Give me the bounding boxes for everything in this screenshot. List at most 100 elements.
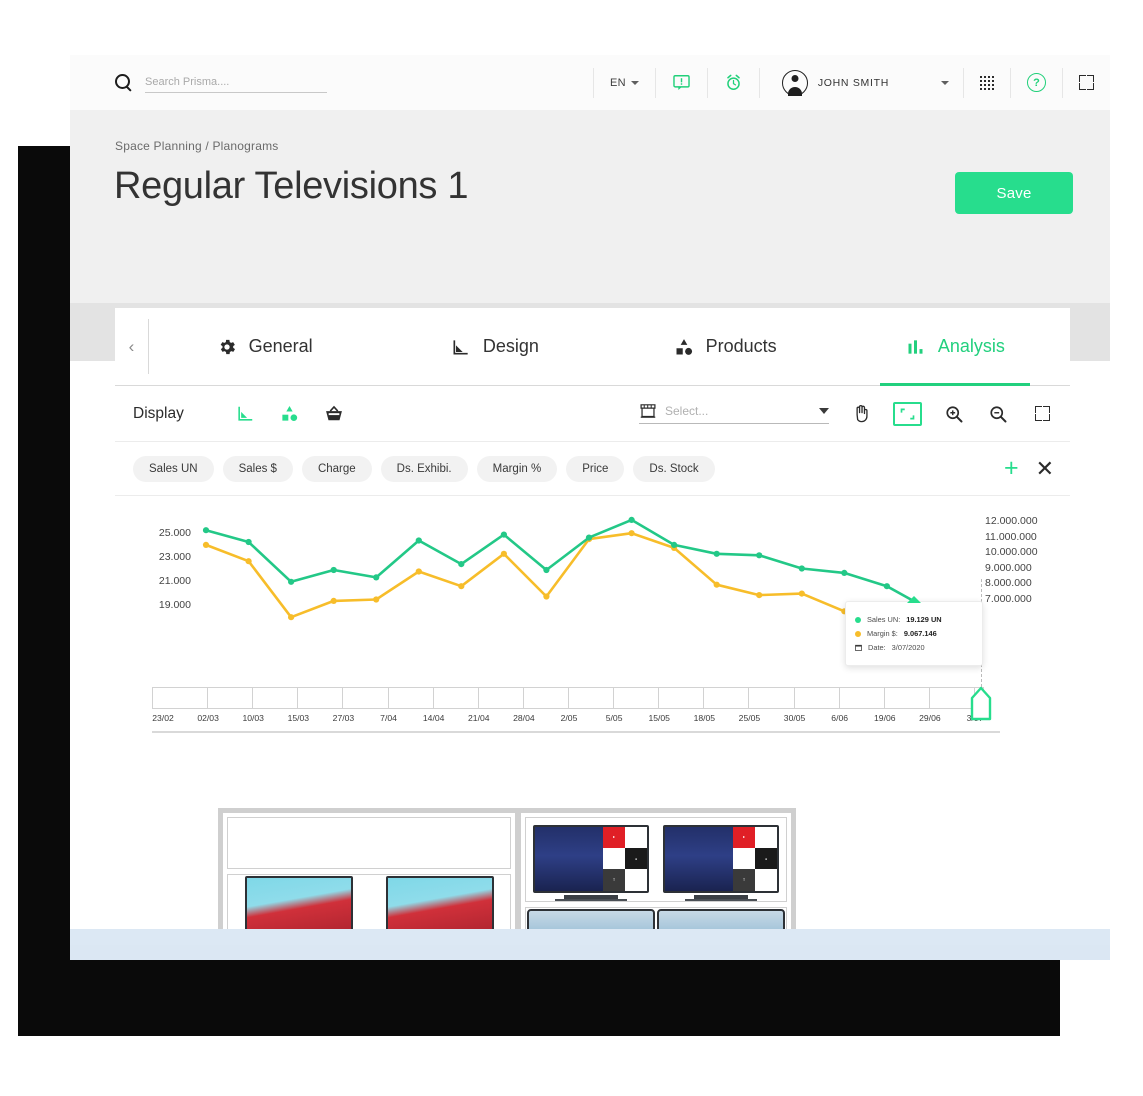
sales-un-point[interactable] (841, 569, 848, 576)
x-axis-labels: 23/02 02/03 10/03 15/03 27/03 7/04 14/04 21/04 2… (152, 713, 1000, 727)
help-button[interactable]: ? (1010, 67, 1062, 98)
chip-sales-un[interactable]: Sales UN (133, 455, 214, 482)
tooltip-margin-label: Margin $: (867, 629, 898, 638)
display-label: Display (133, 404, 184, 422)
basket-icon[interactable] (324, 404, 344, 424)
save-button[interactable]: Save (955, 172, 1073, 214)
messages-button[interactable] (654, 67, 707, 98)
tab-products[interactable]: Products (610, 308, 840, 385)
margin-point[interactable] (245, 558, 252, 565)
planogram-bay-left: Line TV Line TV (223, 813, 515, 945)
zoom-out-button[interactable] (986, 402, 1010, 426)
plus-icon[interactable]: + (1004, 456, 1019, 481)
tv-smart-hub[interactable]: ► NETFLIX ● ● T ●●● (533, 824, 649, 902)
chip-ds-stock[interactable]: Ds. Stock (633, 455, 715, 482)
tab-analysis-label: Analysis (937, 336, 1005, 356)
margin-point[interactable] (202, 541, 210, 548)
x-axis-tick-label: 29/06 (919, 713, 941, 723)
sales-un-point[interactable] (585, 534, 593, 541)
chip-margin-pct[interactable]: Margin % (476, 455, 558, 482)
shelf-tv-smart[interactable]: ► NETFLIX ● ● T ●●● ► NETFLIX ● ● T ●●● (525, 817, 787, 903)
tabs-back-button[interactable]: ‹ (115, 308, 148, 385)
breadcrumb: Space Planning / Planograms (115, 139, 279, 153)
sales-un-point[interactable] (883, 583, 891, 590)
planogram-preview[interactable]: Line TV Line TV ►NETFLIX (218, 808, 796, 945)
search-input[interactable] (145, 72, 327, 93)
sales-un-point[interactable] (330, 566, 337, 574)
x-axis-tick-label: 18/05 (693, 713, 716, 723)
y-axis-left: 25.000 23.000 21.000 19.000 (135, 521, 191, 617)
sales-un-point[interactable] (202, 527, 210, 534)
zoom-in-button[interactable] (942, 402, 966, 426)
margin-point[interactable] (628, 530, 635, 537)
user-menu[interactable]: JOHN SMITH (758, 67, 963, 98)
alerts-button[interactable] (706, 67, 759, 98)
sales-un-point[interactable] (373, 574, 380, 581)
chip-charge[interactable]: Charge (301, 455, 372, 482)
yellow-dot-icon (855, 630, 861, 637)
y-left-tick: 23.000 (158, 551, 191, 563)
sales-un-point[interactable] (415, 537, 422, 544)
tab-general[interactable]: General (149, 308, 379, 385)
y-right-tick: 11.000.000 (985, 530, 1037, 543)
x-axis-tick-label: 19/06 (874, 713, 896, 723)
tab-design[interactable]: Design (379, 308, 609, 385)
sales-un-point[interactable] (458, 561, 465, 568)
sales-un-point[interactable] (713, 550, 720, 557)
tooltip-sales-value: 19.129 UN (906, 615, 942, 624)
margin-point[interactable] (756, 592, 763, 599)
sales-un-point[interactable] (500, 531, 507, 538)
user-name-label: JOHN SMITH (817, 76, 889, 89)
shapes-icon[interactable] (280, 404, 299, 423)
chip-sales-dollar[interactable]: Sales $ (222, 455, 293, 482)
margin-point[interactable] (330, 597, 337, 604)
sales-un-point[interactable] (245, 538, 252, 546)
fullscreen-icon (1034, 406, 1050, 421)
tv-smart-hub[interactable]: ► NETFLIX ● ● T ●●● (663, 824, 779, 902)
y-left-tick: 25.000 (158, 527, 191, 539)
apps-button[interactable] (963, 67, 1010, 98)
tab-analysis[interactable]: Analysis (840, 308, 1070, 385)
sales-un-point[interactable] (756, 552, 763, 559)
margin-point[interactable] (500, 550, 507, 557)
header-actions: EN JOHN SMITH ? (592, 55, 1110, 110)
close-icon[interactable]: ✕ (1036, 457, 1054, 480)
language-selector[interactable]: EN (592, 67, 655, 98)
fullscreen-button[interactable] (1062, 67, 1110, 98)
chart-range-handle[interactable] (969, 685, 993, 721)
sales-un-point[interactable] (798, 565, 805, 572)
margin-point[interactable] (415, 568, 422, 575)
shelf-empty[interactable] (227, 817, 511, 869)
hand-tool-button[interactable] (849, 402, 873, 426)
fullscreen-icon (1079, 75, 1094, 90)
fit-to-screen-button[interactable] (893, 401, 922, 426)
chip-ds-exhibi[interactable]: Ds. Exhibi. (380, 455, 468, 482)
chip-price[interactable]: Price (566, 455, 625, 482)
sales-un-point[interactable] (628, 516, 635, 523)
ruler-icon[interactable] (236, 404, 255, 423)
chart-fullscreen-button[interactable] (1030, 402, 1054, 426)
sales-un-point[interactable] (288, 578, 295, 585)
margin-point[interactable] (458, 583, 465, 590)
search-box[interactable] (115, 72, 327, 93)
margin-point[interactable] (543, 593, 550, 600)
sales-un-point[interactable] (671, 541, 678, 548)
margin-point[interactable] (798, 590, 805, 597)
store-select[interactable]: Select... (639, 403, 829, 424)
y-right-tick: 10.000.000 (985, 546, 1038, 558)
margin-point[interactable] (373, 596, 380, 603)
range-slider-tick (207, 688, 209, 708)
chart-tooltip: Sales UN: 19.129 UN Margin $: 9.067.146 … (845, 596, 983, 666)
chart-range-slider[interactable] (152, 687, 984, 709)
tooltip-arrow-icon (907, 596, 921, 603)
margin-point[interactable] (288, 614, 295, 621)
x-axis-tick-label: 30/05 (783, 713, 806, 723)
tab-products-label: Products (705, 336, 777, 356)
calendar-icon (855, 644, 862, 651)
sales-un-point[interactable] (543, 566, 550, 574)
margin-point[interactable] (713, 581, 720, 588)
x-axis-tick-label: 21/04 (468, 713, 490, 723)
tooltip-row-date: Date: 3/07/2020 (855, 643, 973, 652)
store-icon (640, 404, 656, 418)
x-axis-tick-label: 15/03 (287, 713, 310, 723)
